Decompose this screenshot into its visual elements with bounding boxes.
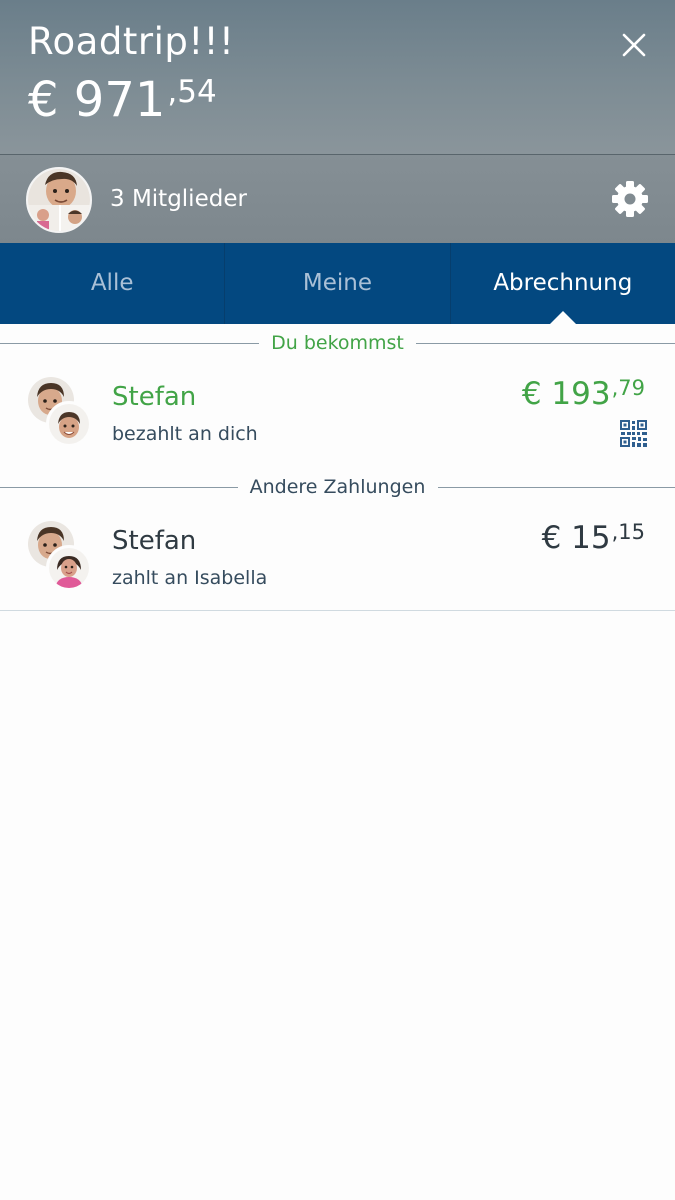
payment-row-receive[interactable]: Stefan bezahlt an dich € 193,79 bbox=[0, 360, 675, 470]
members-count: 3 Mitglieder bbox=[110, 186, 247, 212]
qr-code-button[interactable] bbox=[620, 420, 647, 447]
group-total-decimals: ,54 bbox=[167, 74, 217, 110]
section-title-others-text: Andere Zahlungen bbox=[249, 476, 426, 498]
group-avatar[interactable] bbox=[26, 167, 92, 233]
payment-avatars bbox=[28, 377, 92, 449]
tab-abrechnung[interactable]: Abrechnung bbox=[451, 243, 675, 325]
payment-amount: € 15,15 bbox=[542, 520, 645, 556]
group-title: Roadtrip!!! bbox=[28, 20, 235, 63]
payment-amount: € 193,79 bbox=[522, 376, 645, 412]
payment-amount-main: € 193 bbox=[521, 376, 611, 412]
payment-amount-main: € 15 bbox=[541, 520, 611, 556]
group-header: Roadtrip!!! € 971,54 bbox=[0, 0, 675, 154]
qr-code-icon bbox=[620, 420, 647, 447]
tab-abrechnung-label: Abrechnung bbox=[493, 270, 633, 296]
section-header-receive: Du bekommst bbox=[0, 329, 675, 357]
payment-amount-decimals: ,79 bbox=[611, 376, 645, 400]
section-title-others: Andere Zahlungen bbox=[0, 473, 675, 501]
payment-name: Stefan bbox=[112, 382, 197, 412]
list-bottom-border bbox=[0, 610, 675, 611]
settings-button[interactable] bbox=[610, 179, 650, 219]
payment-description: bezahlt an dich bbox=[112, 423, 258, 445]
section-header-others: Andere Zahlungen bbox=[0, 473, 675, 501]
payment-description: zahlt an Isabella bbox=[112, 567, 268, 589]
close-icon bbox=[622, 33, 646, 57]
payee-avatar bbox=[46, 401, 92, 447]
tab-alle[interactable]: Alle bbox=[0, 243, 226, 324]
payment-amount-decimals: ,15 bbox=[611, 520, 645, 544]
close-button[interactable] bbox=[617, 28, 651, 62]
payment-row-other[interactable]: Stefan zahlt an Isabella € 15,15 bbox=[0, 504, 675, 610]
payment-name: Stefan bbox=[112, 526, 197, 556]
group-total-main: € 971 bbox=[28, 72, 166, 128]
tab-meine[interactable]: Meine bbox=[225, 243, 451, 324]
active-tab-indicator bbox=[548, 311, 577, 325]
members-bar[interactable]: 3 Mitglieder bbox=[0, 154, 675, 243]
tab-bar: Alle Meine Abrechnung bbox=[0, 243, 675, 325]
group-avatar-image bbox=[28, 169, 90, 231]
group-total: € 971,54 bbox=[28, 72, 217, 128]
section-title-receive-text: Du bekommst bbox=[271, 332, 404, 354]
payee-avatar bbox=[46, 545, 92, 591]
section-title-receive: Du bekommst bbox=[0, 329, 675, 357]
gear-icon bbox=[612, 181, 648, 217]
payment-avatars bbox=[28, 521, 92, 593]
